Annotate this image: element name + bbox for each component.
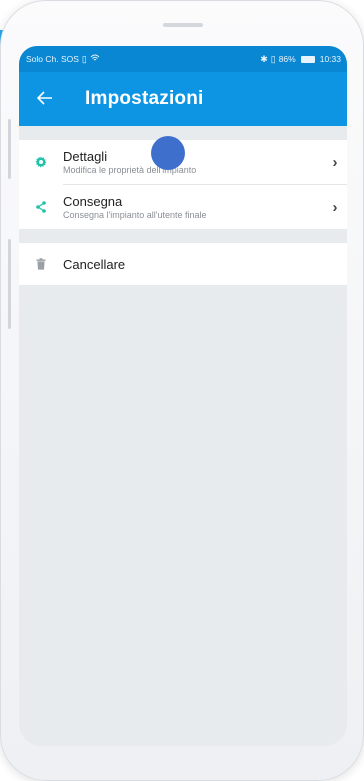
vibrate-icon: ▯ bbox=[270, 53, 276, 64]
share-icon bbox=[19, 201, 63, 213]
power-button bbox=[8, 239, 11, 329]
settings-item-subtitle: Consegna l'impianto all'utente finale bbox=[63, 210, 207, 220]
phone-screen: Solo Ch. SOS ▯ ✱ ▯ 86% 10:33 Impostazion… bbox=[19, 46, 347, 746]
volume-button bbox=[8, 119, 11, 179]
page-title: Impostazioni bbox=[85, 88, 204, 109]
carrier-text: Solo Ch. SOS bbox=[26, 54, 79, 64]
settings-item-title: Consegna bbox=[63, 194, 123, 209]
battery-icon bbox=[300, 55, 315, 63]
settings-item-subtitle: Modifica le proprietà dell'impianto bbox=[63, 165, 197, 175]
wifi-icon bbox=[90, 54, 100, 64]
battery-percent: 86% bbox=[278, 54, 296, 64]
touch-indicator bbox=[151, 136, 185, 170]
settings-item-title: Dettagli bbox=[63, 149, 108, 164]
back-arrow-icon[interactable] bbox=[23, 88, 67, 111]
bluetooth-icon: ✱ bbox=[260, 53, 268, 64]
settings-item-dettagli[interactable]: Dettagli Modifica le proprietà dell'impi… bbox=[19, 136, 347, 184]
chevron-right-icon: › bbox=[332, 198, 338, 216]
delete-item[interactable]: Cancellare bbox=[19, 243, 347, 285]
delete-label: Cancellare bbox=[63, 256, 126, 272]
sim-icon: ▯ bbox=[81, 53, 87, 64]
settings-item-consegna[interactable]: Consegna Consegna l'impianto all'utente … bbox=[19, 185, 347, 229]
chevron-right-icon: › bbox=[332, 153, 338, 171]
speaker-grille bbox=[163, 23, 203, 27]
status-bar: Solo Ch. SOS ▯ ✱ ▯ 86% 10:33 bbox=[19, 46, 347, 72]
phone-frame: Solo Ch. SOS ▯ ✱ ▯ 86% 10:33 Impostazion… bbox=[0, 0, 364, 781]
app-bar: Impostazioni bbox=[19, 72, 347, 126]
trash-icon bbox=[19, 258, 63, 270]
gear-icon bbox=[19, 156, 63, 168]
clock-text: 10:33 bbox=[319, 54, 341, 64]
danger-group: Cancellare bbox=[19, 243, 347, 285]
settings-group: Dettagli Modifica le proprietà dell'impi… bbox=[19, 136, 347, 229]
